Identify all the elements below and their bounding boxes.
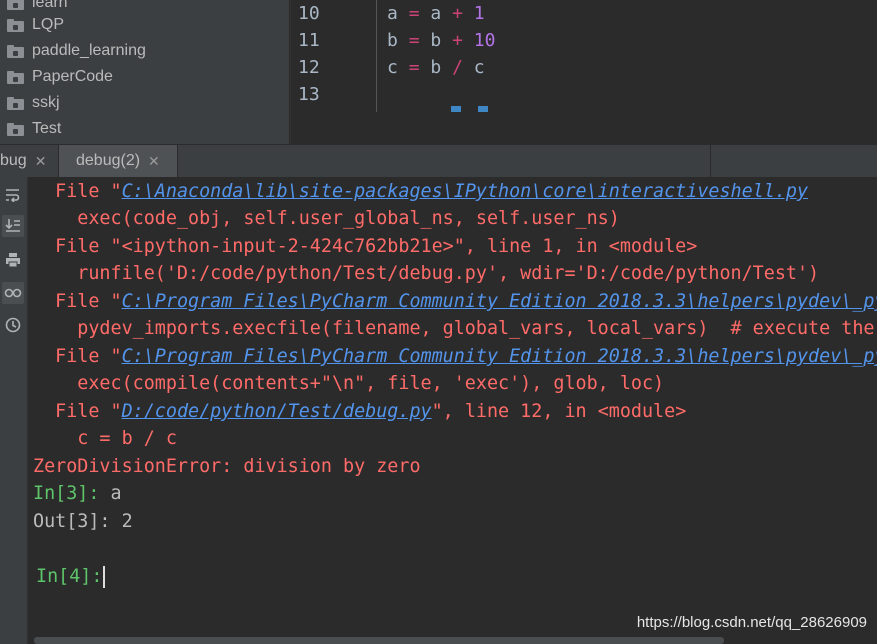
traceback-line: c = b / c: [33, 428, 177, 449]
input-line: In[3]: a: [33, 480, 122, 507]
tab-label: bug: [0, 152, 27, 169]
traceback-line: File "D:/code/python/Test/debug.py", lin…: [33, 401, 687, 422]
tree-item-label: learn: [32, 0, 68, 11]
code-token: 1: [473, 3, 485, 24]
soft-wrap-icon[interactable]: [2, 184, 24, 206]
file-link[interactable]: C:\Program Files\PyCharm Community Editi…: [122, 291, 877, 312]
file-link[interactable]: C:\Program Files\PyCharm Community Editi…: [122, 346, 877, 367]
folder-icon: [7, 96, 24, 110]
horizontal-scrollbar[interactable]: [34, 637, 724, 644]
tree-item-label: Test: [32, 120, 62, 137]
code-token: b: [387, 30, 398, 51]
traceback-line: File "<ipython-input-2-424c762bb21e>", l…: [33, 236, 698, 257]
code-token: b: [430, 57, 442, 78]
code-line[interactable]: 13: [291, 81, 877, 108]
occurrence-marker: [451, 106, 461, 112]
line-number: 11: [298, 30, 320, 51]
tree-item-test[interactable]: Test: [0, 116, 289, 142]
show-variables-icon[interactable]: [2, 282, 24, 304]
close-icon[interactable]: ✕: [35, 153, 47, 170]
traceback-line: exec(code_obj, self.user_global_ns, self…: [33, 208, 620, 229]
code-editor[interactable]: 10 a = a + 1 11 b = b + 10 12 c = b / c …: [290, 0, 877, 144]
traceback-line: File "C:\Program Files\PyCharm Community…: [33, 343, 877, 370]
code-token: 10: [473, 30, 496, 51]
project-tree: learn LQP paddle_learning PaperCode sskj…: [0, 0, 289, 144]
input-prompt: In[3]:: [33, 483, 100, 504]
tree-item-label: LQP: [32, 16, 65, 33]
traceback-line: pydev_imports.execfile(filename, global_…: [33, 318, 877, 339]
folder-icon: [7, 70, 24, 84]
watermark: https://blog.csdn.net/qq_28626909: [636, 614, 867, 631]
print-icon[interactable]: [2, 249, 24, 271]
file-link[interactable]: D:/code/python/Test/debug.py: [122, 401, 432, 422]
output-label: Out[3]:: [33, 511, 111, 532]
code-token: a: [430, 3, 442, 24]
tab-label: debug(2): [76, 152, 141, 169]
code-token: c: [473, 57, 485, 78]
file-link[interactable]: C:\Anaconda\lib\site-packages\IPython\co…: [122, 181, 808, 202]
tree-item-label: PaperCode: [32, 68, 113, 85]
tree-item-paddle-learning[interactable]: paddle_learning: [0, 38, 289, 64]
code-token: b: [430, 30, 442, 51]
input-prompt: In[4]:: [36, 566, 103, 587]
history-icon[interactable]: [2, 314, 24, 336]
error-message: ZeroDivisionError: division by zero: [33, 456, 421, 477]
line-number: 13: [298, 84, 320, 105]
tab-debug-2[interactable]: debug(2) ✕: [59, 145, 177, 177]
tree-item-papercode[interactable]: PaperCode: [0, 64, 289, 90]
active-input-line[interactable]: In[4]:: [36, 563, 106, 590]
traceback-line: runfile('D:/code/python/Test/debug.py', …: [33, 263, 820, 284]
tree-item-sskj[interactable]: sskj: [0, 90, 289, 116]
code-token: /: [452, 57, 463, 78]
tree-item-label: paddle_learning: [32, 42, 146, 59]
code-token: =: [408, 57, 420, 78]
folder-icon: [7, 122, 24, 136]
occurrence-marker: [478, 106, 488, 112]
code-line[interactable]: 10 a = a + 1: [291, 0, 877, 27]
input-value: a: [99, 483, 122, 504]
python-console[interactable]: File "C:\Anaconda\lib\site-packages\IPyt…: [28, 177, 877, 644]
tree-item-lqp[interactable]: LQP: [0, 12, 289, 38]
code-token: +: [452, 30, 463, 51]
text-cursor: [103, 566, 106, 588]
folder-icon: [7, 0, 24, 10]
code-token: =: [408, 30, 420, 51]
tab-bug[interactable]: bug ✕: [0, 145, 58, 177]
traceback-line: File "C:\Program Files\PyCharm Community…: [33, 288, 877, 315]
code-token: =: [408, 3, 420, 24]
folder-icon: [7, 18, 24, 32]
code-token: +: [452, 3, 463, 24]
tree-item-label: sskj: [32, 94, 60, 111]
output-value: 2: [110, 511, 133, 532]
line-number: 12: [298, 57, 320, 78]
code-line[interactable]: 12 c = b / c: [291, 54, 877, 81]
scroll-to-end-icon[interactable]: [2, 215, 24, 237]
console-toolbar: [0, 177, 28, 644]
close-icon[interactable]: ✕: [148, 153, 160, 170]
console-tab-bar: bug ✕ debug(2) ✕: [0, 144, 877, 178]
code-token: c: [387, 57, 398, 78]
folder-icon: [7, 44, 24, 58]
output-line: Out[3]: 2: [33, 508, 133, 535]
code-line[interactable]: 11 b = b + 10: [291, 27, 877, 54]
traceback-line: exec(compile(contents+"\n", file, 'exec'…: [33, 373, 665, 394]
line-number: 10: [298, 3, 320, 24]
code-token: a: [387, 3, 398, 24]
traceback-line: File "C:\Anaconda\lib\site-packages\IPyt…: [33, 181, 809, 202]
